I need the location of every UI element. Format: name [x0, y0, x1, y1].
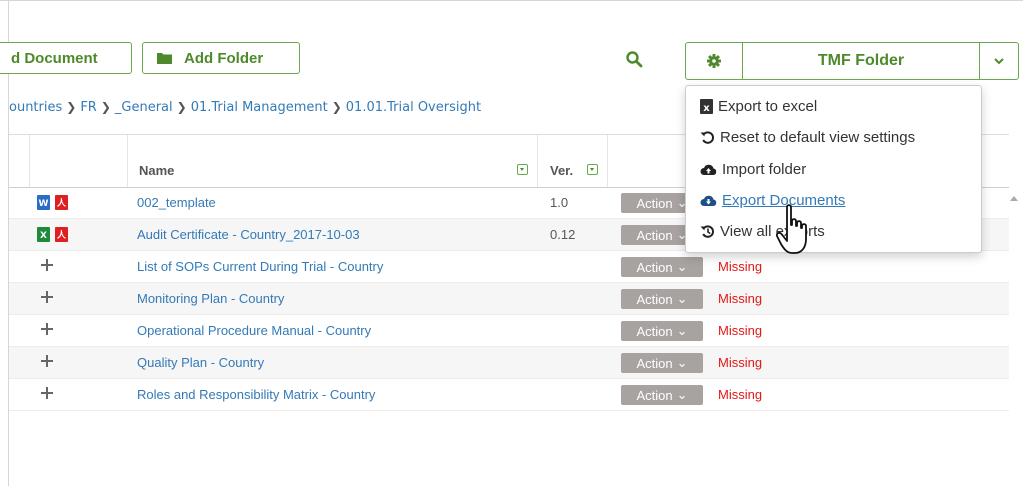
status-missing: Missing [718, 355, 763, 370]
chevron-down-icon: ⌄ [676, 291, 688, 306]
filter-icon[interactable] [517, 164, 528, 175]
document-name-link[interactable]: Monitoring Plan - Country [137, 291, 284, 306]
breadcrumb-item-trial-oversight[interactable]: 01.01.Trial Oversight [346, 100, 481, 115]
chevron-down-icon: ⌄ [676, 387, 688, 402]
document-name-link[interactable]: 002_template [137, 195, 216, 210]
svg-text:x: x [703, 103, 710, 114]
gear-icon [707, 54, 721, 68]
folder-icon [157, 53, 172, 64]
table-row: Monitoring Plan - Country Action ⌄ Missin… [9, 283, 1009, 315]
settings-button[interactable] [686, 43, 743, 79]
cloud-download-icon [700, 195, 717, 206]
excel-icon: x [700, 98, 713, 114]
action-label: Action [636, 227, 673, 243]
reset-icon [700, 130, 714, 144]
document-name-link[interactable]: Operational Procedure Manual - Country [137, 323, 371, 338]
add-folder-button[interactable]: Add Folder [142, 42, 300, 74]
plus-icon[interactable] [41, 291, 53, 303]
action-label: Action [636, 291, 673, 307]
breadcrumb-item-fr[interactable]: FR [80, 100, 97, 115]
action-button[interactable]: Action ⌄ [621, 385, 703, 405]
menu-item-label: Export to excel [718, 97, 818, 115]
menu-item-label: Import folder [722, 160, 807, 178]
tmf-folder-dropdown-toggle[interactable] [979, 43, 1018, 79]
document-name-link[interactable]: Audit Certificate - Country_2017-10-03 [137, 227, 360, 242]
action-button[interactable]: Action ⌄ [621, 353, 703, 373]
status-missing: Missing [718, 323, 763, 338]
chevron-right-icon: ❯ [100, 100, 111, 114]
column-divider [29, 135, 30, 187]
add-document-label: d Document [11, 49, 98, 67]
document-name-link[interactable]: List of SOPs Current During Trial - Coun… [137, 259, 383, 274]
tmf-folder-label: TMF Folder [817, 52, 905, 69]
menu-item-export-documents[interactable]: Export Documents [700, 189, 845, 211]
column-header-name[interactable]: Name [139, 163, 174, 178]
status-missing: Missing [718, 387, 763, 402]
frame-border-top [0, 0, 1023, 1]
table-row: Roles and Responsibility Matrix - Countr… [9, 379, 1009, 411]
chevron-right-icon: ❯ [331, 100, 342, 114]
table-row: List of SOPs Current During Trial - Coun… [9, 251, 1009, 283]
action-button[interactable]: Action ⌄ [621, 257, 703, 277]
scroll-up-arrow[interactable] [1010, 196, 1018, 201]
menu-item-reset-view[interactable]: Reset to default view settings [700, 126, 915, 148]
chevron-down-icon: ⌄ [676, 259, 688, 274]
tmf-folder-button[interactable]: TMF Folder [743, 43, 979, 79]
table-row: Operational Procedure Manual - Country A… [9, 315, 1009, 347]
document-name-link[interactable]: Quality Plan - Country [137, 355, 264, 370]
pdf-icon[interactable]: 人 [55, 195, 68, 210]
breadcrumb-item-general[interactable]: _General [115, 100, 173, 115]
menu-item-import-folder[interactable]: Import folder [700, 158, 806, 180]
plus-icon[interactable] [41, 259, 53, 271]
action-label: Action [636, 195, 673, 211]
chevron-down-icon [994, 57, 1004, 64]
action-button[interactable]: Action ⌄ [621, 321, 703, 341]
tmf-folder-button-group: TMF Folder [685, 42, 1019, 80]
add-folder-label: Add Folder [184, 49, 264, 67]
table-row: Quality Plan - Country Action ⌄ Missing [9, 347, 1009, 379]
hand-cursor-icon [775, 204, 807, 254]
filter-icon[interactable] [587, 164, 598, 175]
plus-icon[interactable] [41, 323, 53, 335]
plus-icon[interactable] [41, 387, 53, 399]
action-label: Action [636, 355, 673, 371]
menu-item-label: Reset to default view settings [720, 128, 916, 146]
column-divider [127, 135, 128, 187]
status-missing: Missing [718, 291, 763, 306]
history-icon [700, 224, 714, 238]
word-icon[interactable]: W [37, 195, 50, 210]
cloud-upload-icon [700, 164, 717, 175]
chevron-down-icon: ⌄ [676, 323, 688, 338]
document-version: 1.0 [550, 195, 569, 210]
add-document-button[interactable]: d Document [0, 42, 132, 74]
column-divider [607, 135, 608, 187]
tmf-settings-dropdown-menu: x Export to excel Reset to default view … [685, 85, 982, 253]
action-button[interactable]: Action ⌄ [621, 289, 703, 309]
menu-item-export-to-excel[interactable]: x Export to excel [700, 95, 817, 117]
document-name-link[interactable]: Roles and Responsibility Matrix - Countr… [137, 387, 375, 402]
chevron-down-icon: ⌄ [676, 355, 688, 370]
chevron-right-icon: ❯ [176, 100, 187, 114]
document-version: 0.12 [550, 227, 576, 242]
action-label: Action [636, 259, 673, 275]
column-header-ver[interactable]: Ver. [550, 163, 573, 178]
column-divider [537, 135, 538, 187]
pdf-icon[interactable]: 人 [55, 227, 68, 242]
chevron-right-icon: ❯ [66, 100, 77, 114]
search-icon[interactable] [625, 50, 643, 68]
breadcrumb-item-countries[interactable]: ountries [9, 100, 62, 115]
excel-icon[interactable]: X [37, 227, 50, 242]
breadcrumb-item-trial-management[interactable]: 01.Trial Management [191, 100, 328, 115]
action-label: Action [636, 323, 673, 339]
status-missing: Missing [718, 259, 763, 274]
action-label: Action [636, 387, 673, 403]
plus-icon[interactable] [41, 355, 53, 367]
breadcrumb: ountries ❯ FR ❯ _General ❯ 01.Trial Management… [9, 100, 481, 115]
